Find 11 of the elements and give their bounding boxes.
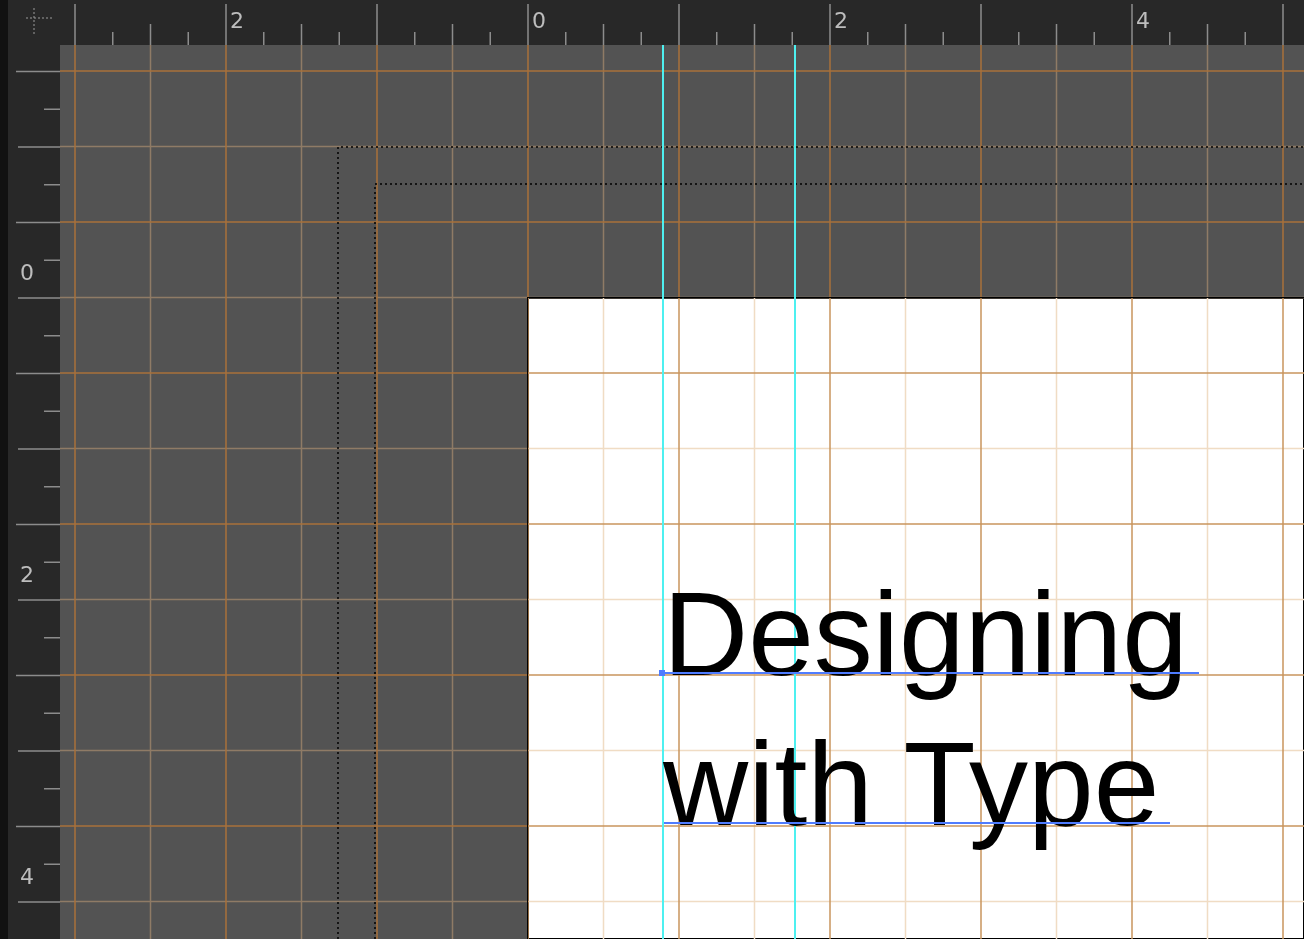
ruler-label: 4 [20, 864, 34, 890]
ruler-label: 2 [20, 562, 34, 588]
ruler-label: 0 [20, 260, 34, 286]
ruler-label: 0 [532, 8, 546, 34]
vertical-ruler[interactable]: 0 2 4 [0, 45, 60, 939]
crosshair-icon [26, 8, 52, 36]
ruler-label: 2 [834, 8, 848, 34]
ruler-label: 4 [1136, 8, 1150, 34]
guide-line[interactable] [794, 45, 796, 939]
ruler-label: 2 [230, 8, 244, 34]
horizontal-ruler[interactable]: 2 0 2 4 [60, 0, 1304, 45]
